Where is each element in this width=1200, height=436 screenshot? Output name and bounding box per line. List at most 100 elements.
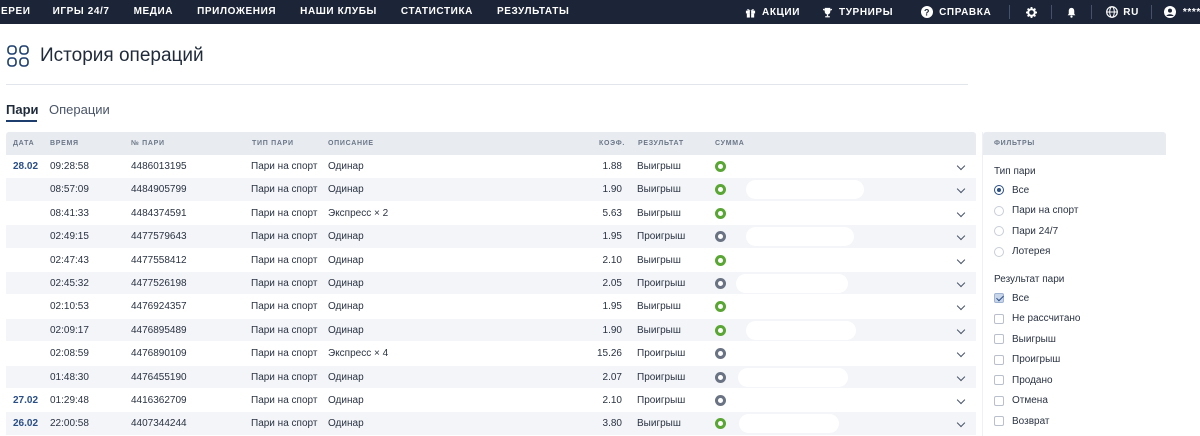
row-coef: 1.90 (602, 324, 622, 336)
chevron-down-icon[interactable] (956, 348, 966, 358)
row-bet-number: 4476924357 (131, 301, 187, 313)
row-bet-number: 4486013195 (131, 161, 187, 172)
checkbox[interactable] (994, 416, 1004, 426)
gift-icon (745, 7, 756, 18)
row-date: 26.02 (13, 418, 39, 430)
radio-button[interactable] (994, 226, 1004, 236)
table-row[interactable]: 02:10:53 4476924357 Пари на спорт Одинар… (6, 295, 976, 319)
row-result: Проигрыш (637, 394, 686, 406)
chevron-down-icon[interactable] (956, 372, 966, 381)
checkbox-option[interactable]: Отмена (994, 394, 1048, 408)
checkbox[interactable] (994, 313, 1004, 324)
checkbox-option[interactable]: Продано (994, 373, 1053, 387)
chevron-down-icon[interactable] (956, 231, 966, 241)
radio-option[interactable]: Лотерея (994, 245, 1050, 259)
checkbox-option[interactable]: Выигрыш (994, 332, 1056, 346)
row-result: Выигрыш (637, 161, 681, 172)
radio-option[interactable]: Пари на спорт (994, 204, 1078, 218)
nav-divider (1009, 5, 1011, 19)
table-row[interactable]: 02:09:17 4476895489 Пари на спорт Одинар… (6, 318, 976, 343)
table-row[interactable]: 28.02 09:28:58 4486013195 Пари на спорт … (6, 155, 976, 179)
row-description: Одинар (328, 301, 364, 313)
help-icon: ? (921, 6, 934, 18)
row-time: 01:29:48 (50, 394, 89, 406)
nav-item-clubs[interactable]: НАШИ КЛУБЫ (300, 0, 377, 24)
nav-item-lotteries[interactable]: ЕРЕИ (1, 0, 31, 24)
checkbox-option[interactable]: Возврат (994, 414, 1050, 428)
row-time: 02:09:17 (50, 324, 89, 336)
table-row[interactable]: 02:47:43 4477558412 Пари на спорт Одинар… (6, 249, 976, 272)
account-menu[interactable]: **** (1163, 0, 1200, 24)
radio-option[interactable]: Все (994, 183, 1029, 197)
col-bet-number[interactable]: № ПАРИ (131, 132, 165, 155)
result-status-icon (715, 348, 726, 360)
nav-item-games[interactable]: ИГРЫ 24/7 (53, 0, 110, 24)
checkbox[interactable] (994, 334, 1004, 344)
nav-item-apps[interactable]: ПРИЛОЖЕНИЯ (197, 0, 276, 24)
col-date[interactable]: ДАТА (13, 132, 34, 155)
col-bet-type[interactable]: ТИП ПАРИ (252, 132, 294, 155)
row-bet-type: Пари на спорт (251, 254, 318, 266)
checkbox-option[interactable]: Не рассчитано (994, 312, 1080, 326)
radio-button[interactable] (994, 205, 1004, 216)
table-row[interactable]: 02:49:15 4477579643 Пари на спорт Одинар… (6, 225, 976, 249)
table-row[interactable]: 26.02 22:00:58 4407344244 Пари на спорт … (6, 412, 976, 436)
chevron-down-icon[interactable] (956, 302, 966, 311)
chevron-down-icon[interactable] (956, 185, 966, 194)
col-coef[interactable]: КОЭФ. (599, 132, 625, 155)
chevron-down-icon[interactable] (956, 419, 966, 428)
sum-redacted (733, 297, 829, 317)
row-description: Одинар (328, 324, 364, 336)
gear-icon (1026, 6, 1038, 18)
col-description[interactable]: ОПИСАНИЕ (328, 132, 374, 155)
nav-divider (1091, 5, 1093, 19)
notifications-button[interactable] (1066, 0, 1077, 24)
sum-redacted (746, 390, 840, 410)
row-result: Проигрыш (637, 231, 686, 243)
row-bet-type: Пари на спорт (251, 371, 318, 383)
table-row[interactable]: 27.02 01:29:48 4416362709 Пари на спорт … (6, 389, 976, 413)
table-row[interactable]: 02:08:59 4476890109 Пари на спорт Экспре… (6, 342, 976, 366)
tab-bets[interactable]: Пари (6, 102, 39, 117)
radio-option[interactable]: Пари 24/7 (994, 224, 1058, 238)
chevron-down-icon[interactable] (956, 325, 966, 334)
chevron-down-icon[interactable] (956, 161, 966, 171)
settings-button[interactable] (1026, 0, 1038, 24)
tournaments-link[interactable]: ТУРНИРЫ (822, 0, 893, 24)
checkbox-option[interactable]: Все (994, 291, 1029, 305)
table-row[interactable]: 02:45:32 4477526198 Пари на спорт Одинар… (6, 271, 976, 296)
row-time: 08:57:09 (50, 184, 89, 196)
nav-item-results[interactable]: РЕЗУЛЬТАТЫ (497, 0, 569, 24)
table-row[interactable]: 01:48:30 4476455190 Пари на спорт Одинар… (6, 365, 976, 389)
row-bet-number: 4476895489 (131, 324, 187, 336)
row-bet-type: Пари на спорт (251, 348, 318, 360)
chevron-down-icon[interactable] (956, 395, 966, 405)
col-time[interactable]: ВРЕМЯ (50, 132, 79, 155)
checkbox-option[interactable]: Проигрыш (994, 353, 1060, 367)
language-selector[interactable]: RU (1106, 0, 1139, 24)
row-description: Одинар (328, 184, 364, 196)
tab-operations[interactable]: Операции (49, 102, 110, 117)
nav-item-statistics[interactable]: СТАТИСТИКА (401, 0, 473, 24)
chevron-down-icon[interactable] (956, 208, 966, 218)
sum-redacted (738, 367, 848, 387)
nav-item-media[interactable]: МЕДИА (134, 0, 174, 24)
promos-link[interactable]: АКЦИИ (745, 0, 800, 24)
col-result[interactable]: РЕЗУЛЬТАТ (638, 132, 684, 155)
checkbox[interactable] (994, 354, 1004, 365)
table-row[interactable]: 08:41:33 4484374591 Пари на спорт Экспре… (6, 202, 976, 226)
table-row[interactable]: 08:57:09 4484905799 Пари на спорт Одинар… (6, 178, 976, 202)
chevron-down-icon[interactable] (956, 278, 966, 288)
radio-button[interactable] (994, 185, 1004, 195)
row-bet-type: Пари на спорт (251, 207, 318, 219)
row-bet-type: Пари на спорт (251, 418, 318, 430)
checkbox[interactable] (994, 395, 1004, 406)
col-sum[interactable]: СУММА (715, 132, 745, 155)
help-link[interactable]: ? СПРАВКА (921, 0, 991, 24)
chevron-down-icon[interactable] (956, 255, 966, 264)
checkbox[interactable] (994, 375, 1004, 385)
checkbox[interactable] (994, 293, 1004, 303)
result-status-icon (715, 207, 726, 219)
bell-icon (1066, 7, 1077, 18)
radio-button[interactable] (994, 246, 1004, 257)
